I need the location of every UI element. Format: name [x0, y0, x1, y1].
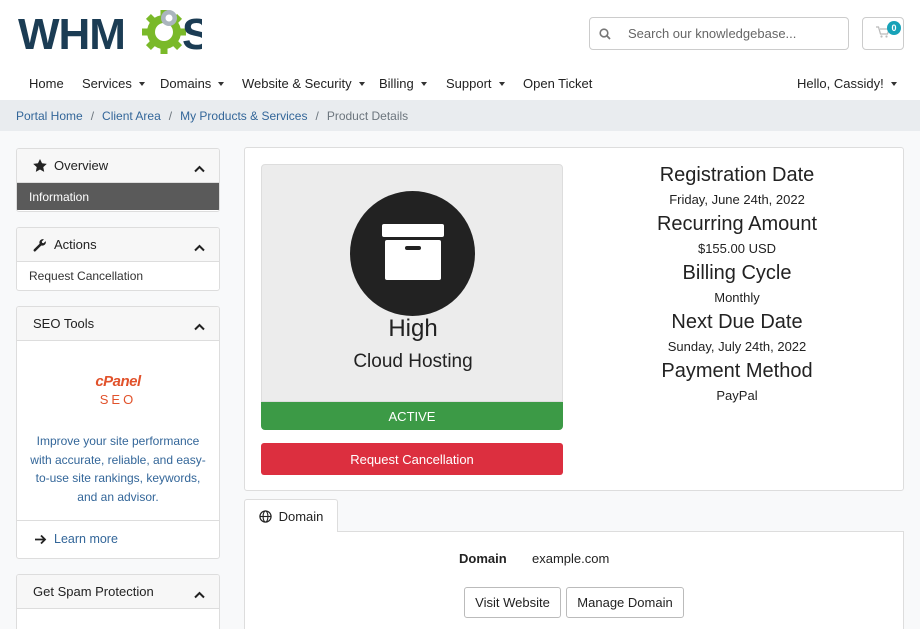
- chevron-up-icon[interactable]: [194, 319, 205, 334]
- chevron-up-icon[interactable]: [194, 587, 205, 602]
- cart-button[interactable]: 0: [862, 17, 904, 50]
- spam-panel-header[interactable]: Get Spam Protection: [17, 575, 219, 609]
- tab-domain[interactable]: Domain: [244, 499, 338, 532]
- chevron-up-icon[interactable]: [194, 240, 205, 255]
- nav-label: Open Ticket: [523, 76, 593, 91]
- domain-field-label: Domain: [459, 551, 507, 566]
- billing-cycle-label: Billing Cycle: [682, 262, 792, 284]
- request-cancellation-button[interactable]: Request Cancellation: [261, 443, 563, 475]
- sidebar-overview-panel: Overview Information: [16, 148, 220, 212]
- nav-label: Website & Security: [242, 76, 352, 91]
- payment-method-value: PayPal: [716, 388, 758, 403]
- caret-down-icon: [218, 81, 225, 86]
- seo-tools-panel-header[interactable]: SEO Tools: [17, 307, 219, 341]
- cart-count-badge: 0: [887, 21, 901, 35]
- sidebar-item-request-cancellation[interactable]: Request Cancellation: [17, 262, 219, 289]
- product-icon-circle: [350, 191, 475, 316]
- caret-down-icon: [498, 81, 505, 86]
- caret-down-icon: [138, 81, 145, 86]
- product-info: Registration Date Friday, June 24th, 202…: [575, 162, 899, 407]
- nav-services[interactable]: Services: [82, 76, 145, 91]
- recurring-amount-label: Recurring Amount: [656, 213, 818, 235]
- logo-graphic: WHM S: [18, 10, 202, 56]
- nav-home[interactable]: Home: [29, 76, 64, 91]
- learn-more-link[interactable]: Learn more: [17, 520, 219, 557]
- nav-website-security[interactable]: Website & Security: [242, 76, 365, 91]
- breadcrumb-products-services[interactable]: My Products & Services: [180, 109, 307, 123]
- registration-date-value: Friday, June 24th, 2022: [669, 192, 805, 207]
- seo-description: Improve your site performance with accur…: [30, 434, 206, 504]
- globe-icon: [258, 509, 272, 523]
- breadcrumb-separator: /: [315, 108, 319, 123]
- whmcs-logo[interactable]: WHM S: [16, 10, 202, 56]
- site-header: WHM S Search our knowledgebase... 0: [0, 0, 920, 68]
- sidebar-item-label: Information: [29, 189, 90, 204]
- svg-text:S: S: [182, 10, 202, 56]
- product-details-card: High Cloud Hosting ACTIVE Request Cancel…: [244, 147, 904, 491]
- breadcrumb: Portal Home / Client Area / My Products …: [0, 100, 920, 131]
- nav-billing[interactable]: Billing: [379, 76, 427, 91]
- breadcrumb-current: Product Details: [326, 108, 409, 123]
- overview-title: Overview: [54, 158, 109, 173]
- cpanel-brand-sub: SEO: [99, 392, 137, 407]
- learn-more-label: Learn more: [54, 532, 118, 546]
- recurring-amount-value: $155.00 USD: [697, 241, 777, 256]
- main-nav: Home Services Domains Website & Security…: [0, 68, 920, 100]
- domain-tab-panel: Domain example.com Visit Website Manage …: [244, 531, 904, 629]
- nav-label: Support: [446, 76, 492, 91]
- manage-domain-button[interactable]: Manage Domain: [566, 587, 684, 618]
- breadcrumb-separator: /: [168, 108, 173, 123]
- sidebar-actions-panel: Actions Request Cancellation: [16, 227, 220, 291]
- nav-label: Services: [82, 76, 132, 91]
- next-due-date-value: Sunday, July 24th, 2022: [667, 339, 807, 354]
- sidebar-spam-panel: Get Spam Protection: [16, 574, 220, 629]
- overview-panel-header[interactable]: Overview: [17, 149, 219, 183]
- chevron-up-icon[interactable]: [194, 161, 205, 176]
- registration-date-label: Registration Date: [659, 164, 815, 186]
- search-input[interactable]: [628, 26, 828, 41]
- caret-down-icon: [420, 81, 427, 86]
- star-icon: [33, 159, 47, 172]
- product-group: Cloud Hosting: [353, 351, 473, 372]
- breadcrumb-client-area[interactable]: Client Area: [102, 109, 161, 123]
- nav-label: Home: [29, 76, 64, 91]
- knowledgebase-search[interactable]: [589, 17, 849, 50]
- nav-domains[interactable]: Domains: [160, 76, 225, 91]
- sidebar-seo-tools-panel: SEO Tools cPanel SEO Improve your site p…: [16, 306, 220, 559]
- nav-support[interactable]: Support: [446, 76, 505, 91]
- wrench-icon: [33, 238, 47, 252]
- account-greeting: Hello, Cassidy!: [797, 76, 884, 91]
- status-badge: ACTIVE: [261, 402, 563, 430]
- caret-down-icon: [890, 81, 897, 86]
- account-menu[interactable]: Hello, Cassidy!: [797, 76, 897, 91]
- nav-label: Domains: [160, 76, 212, 91]
- breadcrumb-separator: /: [90, 108, 95, 123]
- product-summary: High Cloud Hosting: [261, 164, 563, 402]
- spam-title: Get Spam Protection: [33, 584, 154, 599]
- seo-tools-title: SEO Tools: [33, 316, 95, 331]
- nav-label: Billing: [379, 76, 414, 91]
- archive-box-icon: [381, 224, 444, 283]
- nav-open-ticket[interactable]: Open Ticket: [523, 76, 592, 91]
- cpanel-seo-logo: cPanel SEO: [17, 373, 219, 407]
- payment-method-label: Payment Method: [661, 360, 813, 382]
- arrow-right-icon: [35, 534, 47, 545]
- next-due-date-label: Next Due Date: [671, 311, 803, 333]
- caret-down-icon: [358, 81, 365, 86]
- actions-panel-header[interactable]: Actions: [17, 228, 219, 262]
- svg-text:WHM: WHM: [18, 10, 125, 56]
- sidebar-item-information[interactable]: Information: [17, 183, 219, 210]
- tab-label: Domain: [278, 508, 324, 524]
- cpanel-brand: cPanel: [95, 373, 141, 390]
- visit-website-button[interactable]: Visit Website: [464, 587, 561, 618]
- product-name: High: [388, 315, 438, 342]
- search-icon: [590, 27, 620, 40]
- billing-cycle-value: Monthly: [714, 290, 760, 305]
- actions-title: Actions: [54, 237, 97, 252]
- sidebar-item-label: Request Cancellation: [29, 268, 144, 283]
- domain-field-value: example.com: [532, 551, 610, 566]
- breadcrumb-portal-home[interactable]: Portal Home: [16, 109, 83, 123]
